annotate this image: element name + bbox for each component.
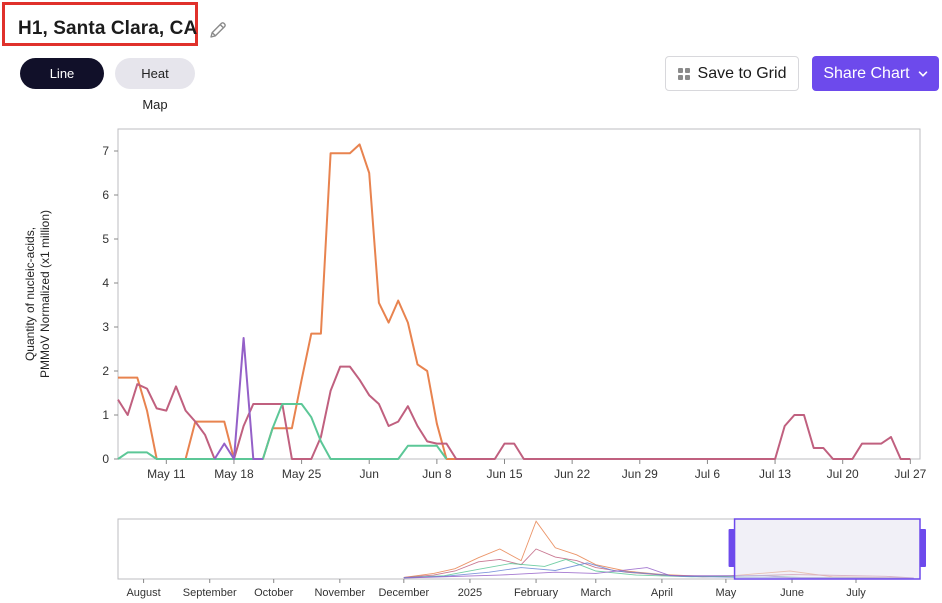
navigator-tick-label: May	[716, 587, 737, 599]
x-tick-label: Jun 15	[486, 467, 522, 481]
navigator-tick-label: November	[314, 587, 365, 599]
x-tick-label: Jul 27	[894, 467, 926, 481]
navigator-handle-right	[920, 529, 926, 567]
navigator-tick-label: July	[846, 587, 866, 599]
x-tick-label: Jun	[360, 467, 379, 481]
navigator-tick-label: October	[254, 587, 293, 599]
y-tick-label: 7	[102, 144, 109, 158]
y-tick-label: 0	[102, 452, 109, 466]
y-tick-label: 5	[102, 232, 109, 246]
chart-svg: 0 1 2 3 4 5 6 7 May 11 May 18 May 25 Jun Jun 8 Jun 15…	[23, 128, 927, 599]
y-tick-label: 1	[102, 408, 109, 422]
x-tick-label: Jul 20	[827, 467, 859, 481]
x-tick-label: May 18	[214, 467, 254, 481]
navigator-tick-label: February	[514, 587, 559, 599]
x-tick-label: Jun 22	[554, 467, 590, 481]
y-tick-label: 6	[102, 188, 109, 202]
x-tick-label: Jul 13	[759, 467, 791, 481]
x-tick-label: May 25	[282, 467, 322, 481]
x-tick-label: Jun 8	[422, 467, 452, 481]
x-tick-label: May 11	[147, 467, 186, 481]
navigator-tick-label: April	[651, 587, 673, 599]
y-axis-label: Quantity of nucleic-acids,PMMoV Normaliz…	[23, 210, 52, 378]
navigator-tick-label: December	[378, 587, 429, 599]
x-tick-label: Jul 6	[695, 467, 721, 481]
y-axis-label-line: PMMoV Normalized (x1 million)	[38, 210, 52, 378]
navigator-selection	[733, 518, 921, 580]
y-axis-label-line: Quantity of nucleic-acids,	[23, 227, 37, 361]
navigator-tick-label: March	[581, 587, 612, 599]
navigator-tick-label: September	[183, 587, 237, 599]
navigator-tick-label: August	[126, 587, 160, 599]
y-tick-label: 3	[102, 320, 109, 334]
y-tick-label: 4	[102, 276, 109, 290]
y-tick-label: 2	[102, 364, 109, 378]
navigator-tick-label: 2025	[458, 587, 482, 599]
x-tick-label: Jun 29	[622, 467, 658, 481]
navigator-handle-left	[728, 529, 735, 567]
navigator-tick-label: June	[780, 587, 804, 599]
